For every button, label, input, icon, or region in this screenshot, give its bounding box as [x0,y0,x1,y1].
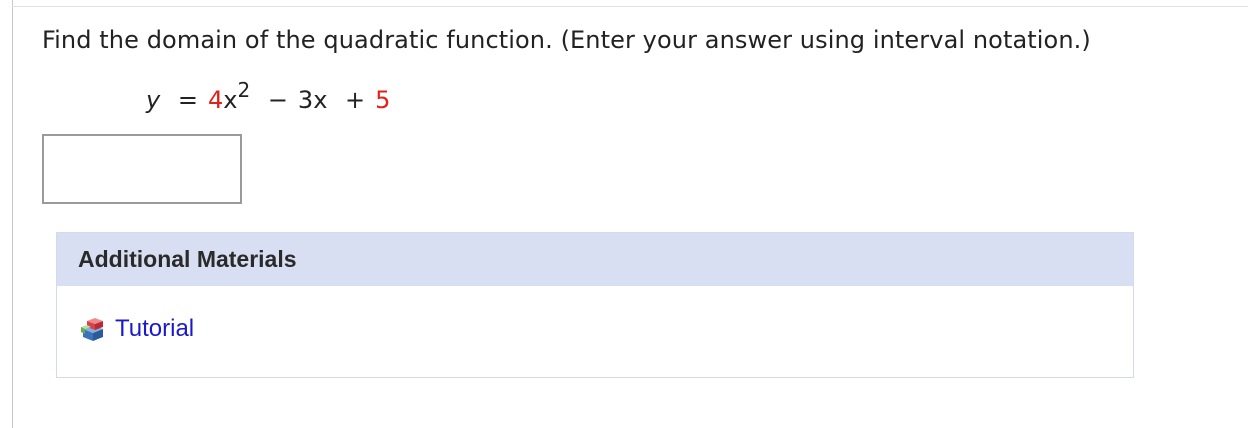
equation-exponent: 2 [237,78,251,102]
equation-minus: − [267,86,288,114]
equation-equals: = [177,86,198,114]
equation-lhs: y [146,86,161,114]
answer-input[interactable] [42,134,242,204]
additional-materials-title: Additional Materials [57,233,1133,286]
tutorial-link-label: Tutorial [115,315,195,342]
equation-coefficient-a: 4 [207,86,224,114]
equation-term-b: 3x [297,86,328,114]
equation-constant-c: 5 [375,86,391,114]
tutorial-link[interactable]: Tutorial [79,315,194,343]
equation-plus: + [345,86,366,114]
left-border-line [12,0,13,428]
quadratic-equation: y = 4x2 −3x +5 [146,78,391,114]
top-border-line [12,6,1248,7]
tutorial-blocks-icon [81,318,103,341]
question-page: Find the domain of the quadratic functio… [0,0,1248,428]
question-text: Find the domain of the quadratic functio… [42,26,1091,54]
additional-materials-panel: Additional Materials Tutorial [56,232,1134,378]
equation-variable-x: x [223,86,238,114]
